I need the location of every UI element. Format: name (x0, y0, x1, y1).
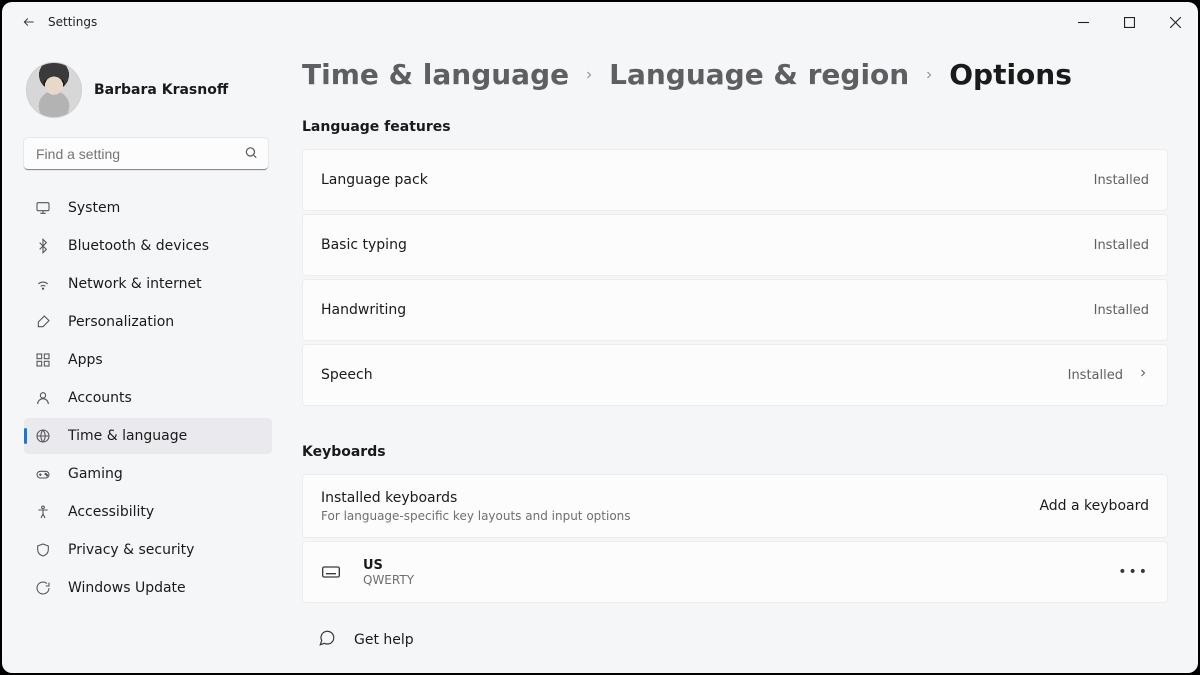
installed-keyboards-subtitle: For language-specific key layouts and in… (321, 509, 631, 523)
keyboards-list: Installed keyboards For language-specifi… (302, 474, 1168, 603)
monitor-icon (34, 199, 52, 217)
breadcrumb-time-language[interactable]: Time & language (302, 58, 569, 91)
sidebar: Barbara Krasnoff System Bluetooth & devic… (2, 42, 292, 673)
breadcrumb: Time & language Language & region Option… (302, 52, 1168, 109)
installed-keyboards-title-block: Installed keyboards For language-specifi… (321, 490, 631, 523)
chevron-right-icon (923, 65, 935, 85)
bluetooth-icon (34, 237, 52, 255)
sidebar-item-apps[interactable]: Apps (24, 342, 272, 378)
feature-row-handwriting: Handwriting Installed (302, 279, 1168, 341)
sidebar-item-gaming[interactable]: Gaming (24, 456, 272, 492)
profile-name: Barbara Krasnoff (94, 82, 228, 98)
sidebar-item-label: Accounts (68, 390, 132, 406)
feature-row-basic-typing: Basic typing Installed (302, 214, 1168, 276)
wifi-icon (34, 275, 52, 293)
feature-row-language-pack: Language pack Installed (302, 149, 1168, 211)
titlebar: Settings (2, 2, 1198, 42)
keyboard-row[interactable]: US QWERTY ••• (302, 541, 1168, 603)
keyboard-icon (321, 562, 341, 582)
keyboard-layout: QWERTY (363, 573, 414, 587)
installed-keyboards-title: Installed keyboards (321, 490, 631, 506)
section-label-keyboards: Keyboards (302, 444, 1168, 460)
titlebar-left: Settings (2, 13, 97, 31)
breadcrumb-options: Options (949, 58, 1072, 91)
sidebar-item-label: Bluetooth & devices (68, 238, 209, 254)
apps-icon (34, 351, 52, 369)
get-help-label: Get help (354, 632, 414, 648)
installed-keyboards-header: Installed keyboards For language-specifi… (302, 474, 1168, 538)
search-icon (244, 145, 258, 164)
search-input[interactable] (24, 138, 268, 170)
sidebar-item-personalization[interactable]: Personalization (24, 304, 272, 340)
sidebar-item-accounts[interactable]: Accounts (24, 380, 272, 416)
help-icon (318, 629, 336, 651)
chevron-right-icon (1137, 367, 1149, 383)
sidebar-item-label: Gaming (68, 466, 123, 482)
feature-status: Installed (1094, 173, 1149, 188)
person-icon (34, 389, 52, 407)
feature-status: Installed (1094, 303, 1149, 318)
content: Barbara Krasnoff System Bluetooth & devic… (2, 42, 1198, 673)
minimize-button[interactable] (1060, 6, 1106, 38)
minimize-icon (1078, 17, 1089, 28)
sidebar-item-label: Windows Update (68, 580, 186, 596)
profile[interactable]: Barbara Krasnoff (24, 52, 278, 138)
maximize-icon (1124, 17, 1135, 28)
back-button[interactable] (20, 13, 38, 31)
sidebar-item-windows-update[interactable]: Windows Update (24, 570, 272, 606)
close-icon (1170, 17, 1181, 28)
language-features-list: Language pack Installed Basic typing Instal… (302, 149, 1168, 406)
gamepad-icon (34, 465, 52, 483)
feature-label: Speech (321, 367, 373, 383)
keyboard-name: US (363, 558, 414, 573)
add-keyboard-button[interactable]: Add a keyboard (1039, 498, 1149, 514)
more-options-button[interactable]: ••• (1118, 564, 1149, 580)
sidebar-item-label: System (68, 200, 120, 216)
shield-icon (34, 541, 52, 559)
globe-clock-icon (34, 427, 52, 445)
accessibility-icon (34, 503, 52, 521)
update-icon (34, 579, 52, 597)
chevron-right-icon (583, 65, 595, 85)
arrow-left-icon (22, 15, 36, 29)
sidebar-item-network-internet[interactable]: Network & internet (24, 266, 272, 302)
sidebar-item-system[interactable]: System (24, 190, 272, 226)
main: Time & language Language & region Option… (292, 42, 1198, 673)
feature-label: Basic typing (321, 237, 407, 253)
sidebar-nav: System Bluetooth & devices Network & inter… (24, 190, 278, 606)
app-title: Settings (48, 15, 97, 29)
maximize-button[interactable] (1106, 6, 1152, 38)
sidebar-item-label: Personalization (68, 314, 174, 330)
window-controls (1060, 6, 1198, 38)
brush-icon (34, 313, 52, 331)
feature-row-speech[interactable]: Speech Installed (302, 344, 1168, 406)
feature-status: Installed (1094, 238, 1149, 253)
feature-label: Handwriting (321, 302, 406, 318)
sidebar-item-label: Privacy & security (68, 542, 194, 558)
sidebar-item-label: Network & internet (68, 276, 202, 292)
sidebar-item-label: Accessibility (68, 504, 154, 520)
sidebar-item-bluetooth-devices[interactable]: Bluetooth & devices (24, 228, 272, 264)
settings-window: Settings Barbara Krasnoff (2, 2, 1198, 673)
sidebar-item-time-language[interactable]: Time & language (24, 418, 272, 454)
get-help-link[interactable]: Get help (302, 603, 1168, 661)
feature-status: Installed (1068, 367, 1149, 383)
section-label-language-features: Language features (302, 119, 1168, 135)
sidebar-item-privacy-security[interactable]: Privacy & security (24, 532, 272, 568)
avatar (26, 62, 82, 118)
sidebar-item-accessibility[interactable]: Accessibility (24, 494, 272, 530)
feature-label: Language pack (321, 172, 428, 188)
search-field[interactable] (24, 138, 268, 170)
close-button[interactable] (1152, 6, 1198, 38)
sidebar-item-label: Time & language (68, 428, 187, 444)
breadcrumb-language-region[interactable]: Language & region (609, 58, 909, 91)
sidebar-item-label: Apps (68, 352, 103, 368)
